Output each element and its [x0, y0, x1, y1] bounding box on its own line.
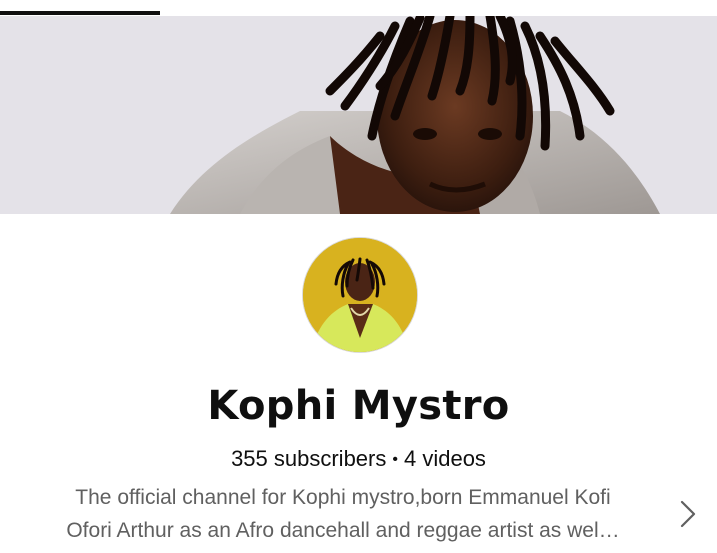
description-line-1: The official channel for Kophi mystro,bo…	[75, 486, 611, 509]
channel-name: Kophi Mystro	[207, 383, 510, 429]
tab-selected-indicator	[0, 11, 160, 15]
subscriber-count: 355 subscribers	[231, 446, 387, 471]
description-line-2: Ofori Arthur as an Afro dancehall and re…	[66, 519, 620, 542]
stats-separator: •	[392, 451, 398, 468]
channel-banner	[0, 16, 717, 214]
channel-stats: 355 subscribers • 4 videos	[0, 444, 717, 477]
channel-description[interactable]: The official channel for Kophi mystro,bo…	[22, 481, 664, 547]
channel-avatar[interactable]	[302, 237, 418, 353]
video-count: 4 videos	[403, 446, 486, 471]
chevron-right-icon[interactable]	[672, 494, 704, 534]
